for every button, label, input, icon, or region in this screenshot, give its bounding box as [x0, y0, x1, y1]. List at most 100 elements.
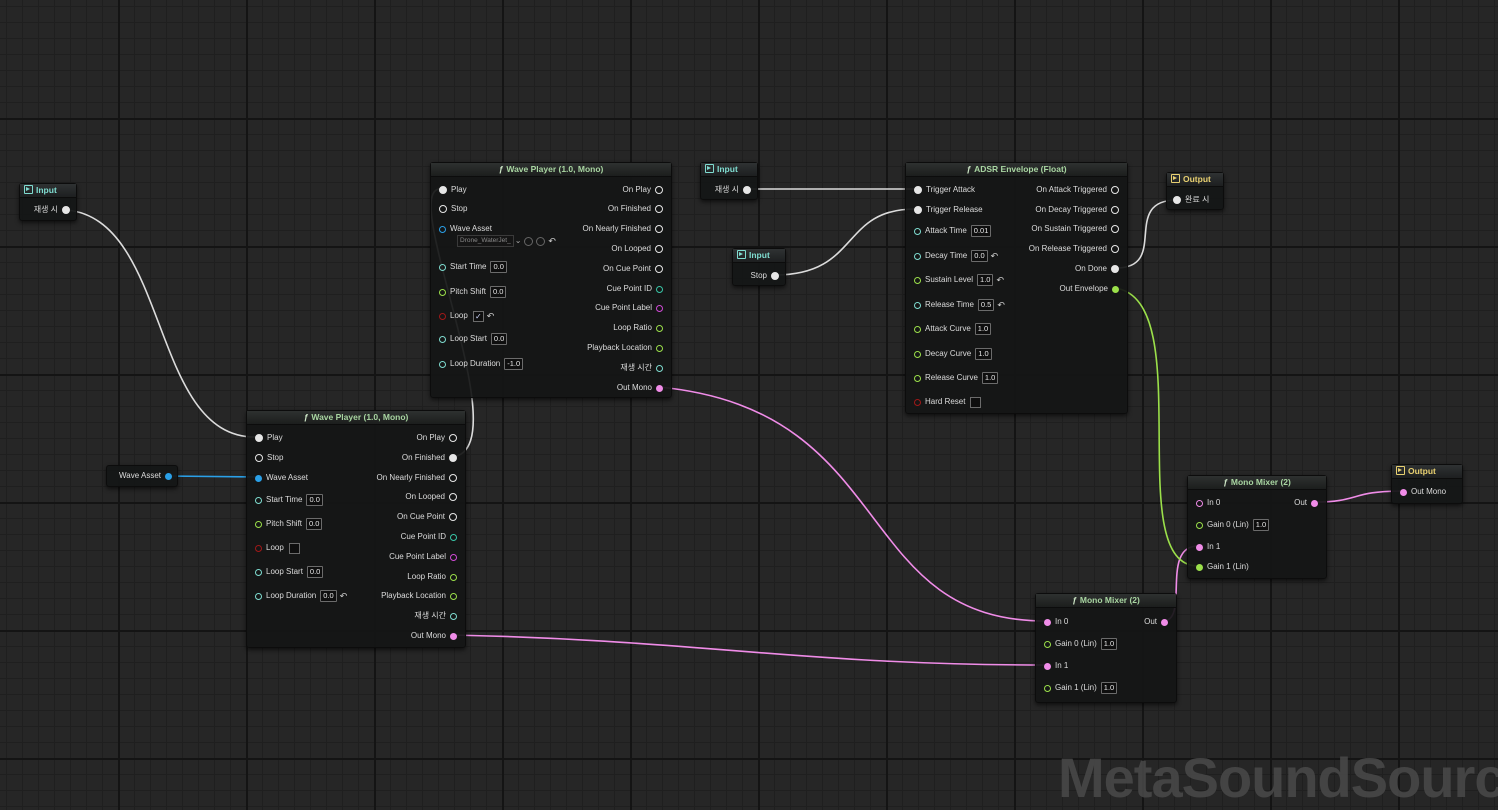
gain1-value[interactable]: 1.0 [1100, 682, 1118, 694]
bool-pin-icon[interactable] [914, 398, 921, 406]
float-pin-icon[interactable] [1196, 521, 1203, 529]
pin-on-decay-triggered[interactable]: On Decay Triggered [1035, 204, 1119, 216]
search-icon[interactable] [536, 236, 546, 246]
pin-release-curve[interactable]: Release Curve 1.0 [914, 372, 999, 384]
pin-gain0[interactable]: Gain 0 (Lin) 1.0 [1196, 519, 1270, 531]
wave-player-node-top[interactable]: ƒ Wave Player (1.0, Mono) Play Stop Wave … [430, 162, 672, 398]
audio-pin-icon[interactable] [1311, 499, 1318, 507]
pin-on-cue-point[interactable]: On Cue Point [397, 511, 457, 523]
pin-wave-asset-out[interactable]: Wave Asset [119, 470, 172, 482]
pin-on-looped[interactable]: On Looped [405, 491, 457, 503]
pin-on-sustain-triggered[interactable]: On Sustain Triggered [1031, 223, 1119, 235]
float-pin-icon[interactable] [450, 592, 457, 600]
loop-checkbox[interactable] [288, 542, 300, 554]
float-pin-icon[interactable] [1196, 563, 1203, 571]
pin-pitch-shift[interactable]: Pitch Shift 0.0 [255, 518, 323, 530]
pin-wave-asset[interactable]: Wave Asset [439, 223, 492, 235]
audio-pin-icon[interactable] [1044, 618, 1051, 626]
pin-cue-point-id[interactable]: Cue Point ID [401, 531, 457, 543]
pin-in0[interactable]: In 0 [1044, 616, 1068, 628]
adsr-envelope-node[interactable]: ƒ ADSR Envelope (Float) Trigger Attack Tr… [905, 162, 1128, 414]
exec-pin-icon[interactable] [914, 186, 922, 194]
exec-pin-icon[interactable] [439, 186, 447, 194]
int-pin-icon[interactable] [656, 285, 663, 293]
exec-pin-icon[interactable] [655, 205, 663, 213]
string-pin-icon[interactable] [656, 304, 663, 312]
pin-gain0[interactable]: Gain 0 (Lin) 1.0 [1044, 638, 1118, 650]
pin-hard-reset[interactable]: Hard Reset [914, 396, 982, 408]
float-pin-icon[interactable] [255, 520, 262, 528]
pin-stop[interactable]: Stop [255, 452, 283, 464]
exec-pin-icon[interactable] [449, 454, 457, 462]
mono-mixer-node-bottom[interactable]: ƒ Mono Mixer (2) In 0 Gain 0 (Lin) 1.0 In … [1035, 593, 1177, 703]
pin-play[interactable]: Play [255, 432, 283, 444]
input-node-stop[interactable]: Input Stop [732, 248, 786, 286]
release-curve-value[interactable]: 1.0 [981, 372, 999, 384]
time-pin-icon[interactable] [439, 360, 446, 368]
pin-attack-curve[interactable]: Attack Curve 1.0 [914, 323, 992, 335]
pin-on-nearly-finished[interactable]: On Nearly Finished [377, 472, 457, 484]
float-pin-icon[interactable] [1044, 640, 1051, 648]
exec-pin-icon[interactable] [62, 206, 70, 214]
audio-pin-icon[interactable] [1400, 488, 1407, 496]
exec-pin-icon[interactable] [655, 186, 663, 194]
exec-pin-icon[interactable] [1111, 186, 1119, 194]
asset-pin-icon[interactable] [439, 225, 446, 233]
exec-pin-icon[interactable] [449, 493, 457, 501]
float-pin-icon[interactable] [439, 288, 446, 296]
exec-pin-icon[interactable] [771, 272, 779, 280]
time-pin-icon[interactable] [439, 263, 446, 271]
pin-gain1[interactable]: Gain 1 (Lin) [1196, 561, 1249, 573]
input-node-wave-asset[interactable]: Wave Asset [106, 465, 178, 487]
pin-out[interactable]: Out [1294, 497, 1318, 509]
pin-in1[interactable]: In 1 [1196, 541, 1220, 553]
audio-pin-icon[interactable] [1196, 543, 1203, 551]
exec-pin-icon[interactable] [449, 434, 457, 442]
pin-loop[interactable]: Loop [255, 542, 300, 554]
chevron-down-icon[interactable]: ⌄ [515, 235, 522, 247]
pin-on-finished[interactable]: On Finished [608, 203, 663, 215]
exec-pin-icon[interactable] [914, 206, 922, 214]
time-pin-icon[interactable] [914, 227, 921, 235]
pin-trigger-release[interactable]: Trigger Release [914, 204, 983, 216]
release-time-value[interactable]: 0.5 [977, 299, 995, 311]
pin-on-attack-triggered[interactable]: On Attack Triggered [1036, 184, 1119, 196]
exec-pin-icon[interactable] [255, 434, 263, 442]
time-pin-icon[interactable] [255, 568, 262, 576]
float-pin-icon[interactable] [656, 324, 663, 332]
pin-loop-start[interactable]: Loop Start 0.0 [439, 333, 508, 345]
pitch-shift-value[interactable]: 0.0 [306, 518, 323, 530]
float-pin-icon[interactable] [914, 276, 921, 284]
exec-pin-icon[interactable] [1173, 196, 1181, 204]
output-node-done[interactable]: Output 완료 시 [1166, 172, 1224, 210]
pin-loop-ratio[interactable]: Loop Ratio [613, 322, 663, 334]
pin-pitch-shift[interactable]: Pitch Shift 0.0 [439, 286, 507, 298]
pin-on-finished[interactable]: On Finished [402, 452, 457, 464]
pin-on-done[interactable]: On Done [1075, 263, 1119, 275]
reset-icon[interactable]: ↶ [487, 310, 495, 322]
exec-pin-icon[interactable] [449, 474, 457, 482]
pin-cue-point-id[interactable]: Cue Point ID [607, 283, 663, 295]
exec-pin-icon[interactable] [743, 186, 751, 194]
start-time-value[interactable]: 0.0 [490, 261, 507, 273]
float-pin-icon[interactable] [450, 573, 457, 581]
exec-pin-icon[interactable] [439, 205, 447, 213]
time-pin-icon[interactable] [914, 301, 921, 309]
attack-time-value[interactable]: 0.01 [970, 225, 992, 237]
exec-pin-icon[interactable] [1111, 206, 1119, 214]
input-node-play[interactable]: Input 재생 시 [19, 183, 77, 221]
loop-checkbox-checked[interactable]: ✓ [472, 310, 484, 322]
pin-release-time[interactable]: Release Time 0.5 ↶ [914, 299, 1005, 311]
time-pin-icon[interactable] [255, 496, 262, 504]
exec-pin-icon[interactable] [449, 513, 457, 521]
exec-pin-icon[interactable] [1111, 225, 1119, 233]
browse-icon[interactable] [524, 236, 534, 246]
pin-decay-curve[interactable]: Decay Curve 1.0 [914, 348, 992, 360]
bool-pin-icon[interactable] [439, 312, 446, 320]
pin-wave-asset[interactable]: Wave Asset [255, 472, 308, 484]
audio-pin-icon[interactable] [1161, 618, 1168, 626]
pin-on-release-triggered[interactable]: On Release Triggered [1029, 243, 1119, 255]
pin-play-time[interactable]: 재생 시간 [414, 610, 457, 622]
reset-icon[interactable]: ↶ [340, 590, 348, 602]
float-pin-icon[interactable] [914, 374, 921, 382]
